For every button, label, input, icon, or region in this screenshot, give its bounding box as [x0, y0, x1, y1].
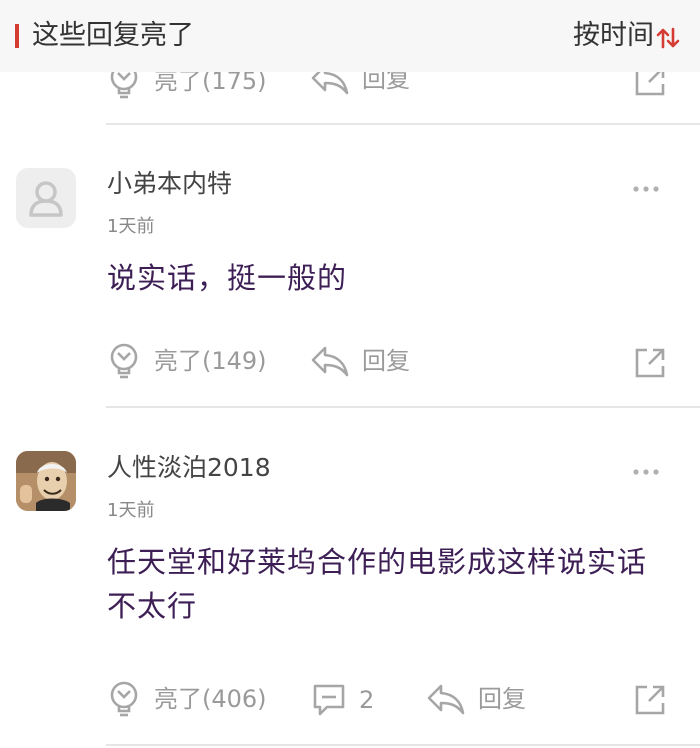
share-icon[interactable]: [633, 683, 667, 717]
like-button[interactable]: 亮了(406): [106, 680, 267, 718]
sort-by-time-button[interactable]: 按时间: [573, 19, 654, 53]
like-count: 亮了(149): [154, 347, 267, 375]
username[interactable]: 小弟本内特: [107, 168, 232, 200]
reply-button[interactable]: 回复: [426, 682, 526, 716]
comment-divider: [106, 744, 700, 746]
photo-avatar-icon: [16, 451, 76, 511]
header-accent-bar: [15, 24, 19, 48]
comment-button[interactable]: 2: [311, 682, 374, 718]
lightbulb-icon: [110, 343, 138, 379]
reply-button[interactable]: 回复: [310, 344, 410, 378]
section-title: 这些回复亮了: [32, 20, 194, 51]
reply-arrow-icon: [427, 684, 465, 715]
comment-time: 1天前: [107, 500, 155, 521]
like-count: 亮了(406): [154, 685, 267, 713]
default-avatar-icon: [29, 181, 63, 217]
avatar[interactable]: [16, 451, 76, 511]
comment-count: 2: [359, 686, 375, 714]
share-icon[interactable]: [633, 346, 667, 380]
comment-divider: [106, 123, 700, 125]
reply-arrow-icon: [311, 346, 349, 377]
comments-page: 这些回复亮了 按时间 亮了(175) 回复 小弟本内特 1天前 说实话，挺一般的…: [0, 0, 700, 748]
username[interactable]: 人性淡泊2018: [107, 452, 271, 484]
reply-label: 回复: [478, 685, 526, 713]
comment-content: 说实话，挺一般的: [107, 261, 348, 295]
more-dots-icon[interactable]: [632, 184, 660, 194]
reply-label: 回复: [362, 347, 410, 375]
comment-time: 1天前: [107, 216, 155, 237]
comment-content: 任天堂和好莱坞合作的电影成这样说实话不太行: [107, 545, 648, 623]
comment-divider: [106, 406, 700, 408]
avatar[interactable]: [16, 168, 76, 228]
more-dots-icon[interactable]: [632, 467, 660, 477]
hot-replies-header: 这些回复亮了 按时间: [0, 0, 700, 72]
sort-arrows-icon[interactable]: [656, 26, 680, 50]
like-button[interactable]: 亮了(149): [106, 342, 267, 380]
comment-bubble-icon: [313, 684, 345, 716]
lightbulb-icon: [110, 681, 138, 717]
